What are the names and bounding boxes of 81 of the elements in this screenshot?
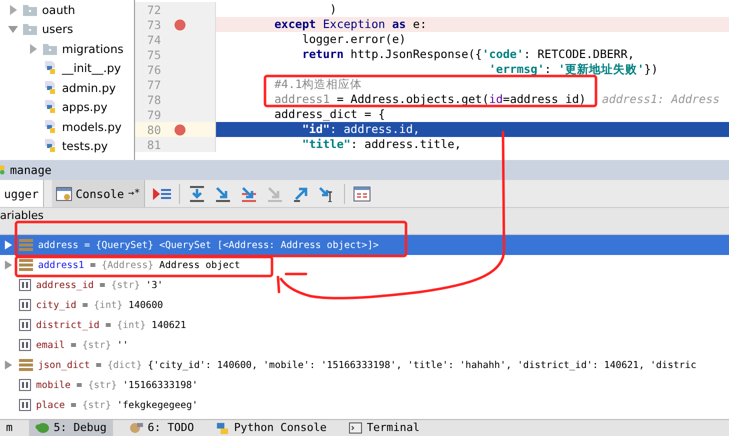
tree-item[interactable]: admin.py — [62, 80, 116, 95]
line-number: 73 — [146, 18, 161, 32]
variable-row[interactable]: district_id = {int} 140621 — [0, 315, 729, 335]
python-file-icon — [43, 100, 57, 114]
code-line: return http.JsonResponse({'code': RETCODE.DBERR, — [301, 47, 636, 62]
tree-item[interactable]: models.py — [62, 120, 122, 134]
collapsed-triangle-icon[interactable] — [4, 360, 13, 370]
variable-text: address = {QuerySet} <QuerySet [<Address: Address object>]> — [38, 240, 379, 250]
tool-window-tab[interactable]: Terminal — [342, 420, 426, 436]
line-number: 78 — [146, 92, 161, 106]
variable-row[interactable]: json_dict = {dict} {'city_id': 140600, 'mobile': '15166333198', 'title': 'hahahh', 'district_id': 140621, 'distric — [0, 355, 729, 375]
bug-icon — [34, 422, 49, 434]
variable-text: district_id = {int} 140621 — [36, 320, 186, 330]
variable-row[interactable]: address = {QuerySet} <QuerySet [<Address: Address object>]> — [0, 235, 729, 255]
console-icon — [56, 186, 72, 200]
variable-text: address1 = {Address} Address object — [38, 260, 240, 270]
breakpoint-icon[interactable] — [174, 124, 186, 136]
python-file-icon — [43, 120, 57, 134]
collapsed-triangle-icon[interactable] — [28, 44, 38, 54]
tree-item[interactable]: tests.py — [62, 139, 108, 154]
code-line: "title": address.title, — [301, 137, 462, 152]
tree-item[interactable]: apps.py — [62, 100, 108, 114]
folder-icon — [23, 23, 37, 36]
code-line: address1 = Address.objects.get(id=address_id) address1: Address — [273, 92, 721, 107]
code-line: logger.error(e) — [301, 32, 407, 47]
tool-window-tab[interactable]: 6: TODO — [122, 420, 200, 436]
variable-row[interactable]: city_id = {int} 140600 — [0, 295, 729, 315]
line-number: 76 — [146, 62, 161, 76]
expanded-triangle-icon[interactable] — [8, 24, 18, 34]
tool-window-tab[interactable]: 5: Debug — [28, 420, 113, 436]
variable-text: place = {str} 'fekgkegegeeg' — [36, 400, 198, 410]
force-step-into-icon — [266, 186, 284, 202]
variables-header: ariables — [0, 209, 44, 222]
panel-title: manage — [10, 163, 52, 177]
line-number: 79 — [146, 108, 161, 122]
variable-row[interactable]: address_id = {str} '3' — [0, 275, 729, 295]
variable-text: city_id = {int} 140600 — [36, 300, 164, 310]
debugger-tab[interactable]: ugger — [0, 180, 44, 207]
tree-item[interactable]: users — [42, 22, 74, 36]
tool-window-tab[interactable]: m — [0, 420, 19, 436]
tree-item[interactable]: oauth — [42, 2, 76, 17]
code-line: 'errmsg': '更新地址失败'}) — [488, 62, 659, 77]
todo-icon — [128, 422, 143, 434]
code-line: "id": address.id, — [301, 122, 421, 137]
python-file-icon — [43, 139, 57, 154]
python-file-icon — [43, 80, 57, 95]
annotation-dash — [284, 272, 308, 276]
tool-window-tab[interactable]: Python Console — [210, 420, 333, 436]
tree-item[interactable]: migrations — [62, 42, 124, 56]
line-number: 74 — [146, 32, 161, 46]
line-number: 72 — [146, 2, 161, 16]
variable-row[interactable]: mobile = {str} '15166333198' — [0, 375, 729, 395]
step-out-icon[interactable] — [292, 186, 310, 202]
python-icon — [216, 422, 229, 434]
python-icon — [0, 164, 6, 176]
tree-item[interactable]: __init__.py — [62, 61, 121, 76]
line-number: 75 — [146, 48, 161, 62]
python-file-icon — [43, 61, 57, 76]
variable-row[interactable]: email = {str} '' — [0, 335, 729, 355]
folder-icon — [23, 4, 37, 16]
variable-text: json_dict = {dict} {'city_id': 140600, 'mobile': '15166333198', 'title': 'hahahh', 'district_id': 140621, 'distric — [38, 360, 696, 370]
debugger-tab[interactable]: Console →* — [52, 180, 146, 207]
folder-icon — [43, 42, 57, 55]
code-line: ) — [328, 2, 338, 17]
code-line: address_dict = { — [273, 107, 386, 122]
code-line: #4.1构造相应体 — [273, 77, 364, 92]
line-number: 77 — [146, 78, 161, 92]
show-execution-point-icon[interactable] — [153, 186, 172, 202]
variable-text: email = {str} '' — [36, 340, 128, 350]
variable-row[interactable]: address1 = {Address} Address object — [0, 255, 729, 275]
variable-text: address_id = {str} '3' — [36, 280, 164, 290]
variable-text: mobile = {str} '15166333198' — [36, 380, 198, 390]
line-number: 81 — [146, 138, 161, 152]
evaluate-expression-icon[interactable] — [353, 186, 372, 202]
step-into-my-code-icon[interactable] — [240, 186, 258, 202]
step-into-icon[interactable] — [214, 186, 232, 202]
step-over-icon[interactable] — [188, 186, 206, 202]
collapsed-triangle-icon[interactable] — [8, 4, 18, 15]
variable-row[interactable]: place = {str} 'fekgkegegeeg' — [0, 395, 729, 415]
breakpoint-icon[interactable] — [174, 18, 186, 30]
line-number: 80 — [146, 122, 161, 136]
